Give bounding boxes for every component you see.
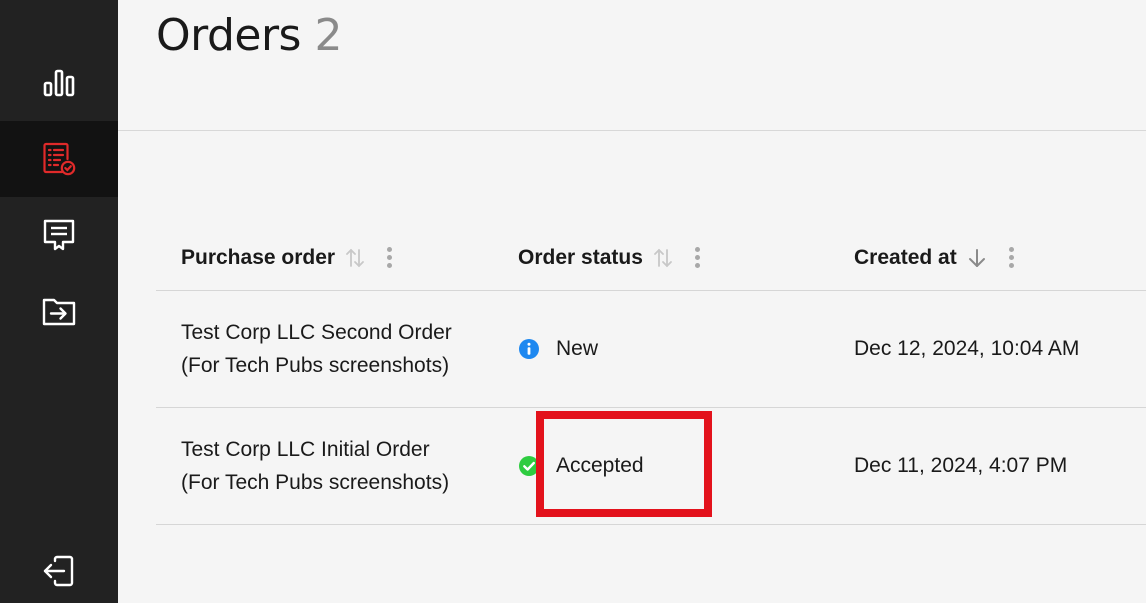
folder-import-icon [42, 298, 76, 326]
order-count: 2 [314, 10, 342, 61]
page-title: Orders 2 [156, 10, 342, 61]
sort-unsorted-icon[interactable] [345, 247, 365, 269]
main-content: Orders 2 Purchase order Order status Cre… [118, 0, 1146, 603]
info-icon [519, 339, 539, 359]
header-divider [118, 130, 1146, 131]
logout-icon [43, 555, 74, 587]
nav-item-analytics[interactable] [0, 45, 118, 121]
bar-chart-icon [43, 69, 75, 97]
created-at-cell: Dec 12, 2024, 10:04 AM [854, 337, 1080, 360]
message-certificate-icon [43, 219, 75, 251]
column-header-purchase-order[interactable]: Purchase order [181, 224, 393, 291]
nav-item-orders[interactable] [0, 121, 118, 197]
purchase-order-name: Test Corp LLC Second Order [181, 321, 452, 344]
logout-button[interactable] [0, 533, 118, 603]
order-status-cell: New [518, 291, 598, 407]
table-header: Purchase order Order status Created at [156, 224, 1146, 291]
created-at-cell: Dec 11, 2024, 4:07 PM [854, 454, 1068, 477]
sort-descending-icon[interactable] [967, 247, 987, 269]
purchase-order-note: (For Tech Pubs screenshots) [181, 354, 450, 377]
column-menu-icon[interactable] [1008, 247, 1014, 268]
purchase-order-cell[interactable]: Test Corp LLC Initial Order (For Tech Pu… [181, 408, 449, 524]
column-header-created-at[interactable]: Created at [854, 224, 1014, 291]
status-text: New [556, 337, 599, 360]
nav-item-messages[interactable] [0, 197, 118, 273]
column-menu-icon[interactable] [694, 247, 700, 268]
sort-unsorted-icon[interactable] [653, 247, 673, 269]
orders-list-check-icon [43, 142, 76, 176]
purchase-order-name: Test Corp LLC Initial Order [181, 438, 430, 461]
nav-item-import[interactable] [0, 273, 118, 349]
highlight-box [536, 411, 712, 517]
page-title-text: Orders [156, 10, 301, 61]
table-row[interactable]: Test Corp LLC Second Order (For Tech Pub… [156, 291, 1146, 408]
column-label: Created at [854, 245, 957, 269]
sidebar [0, 0, 118, 603]
purchase-order-note: (For Tech Pubs screenshots) [181, 471, 450, 494]
column-header-order-status[interactable]: Order status [518, 224, 700, 291]
orders-table: Purchase order Order status Created at T… [156, 224, 1146, 525]
column-menu-icon[interactable] [387, 247, 393, 268]
column-label: Purchase order [181, 245, 336, 269]
column-label: Order status [518, 245, 643, 269]
status-badge: New [518, 337, 598, 361]
purchase-order-cell[interactable]: Test Corp LLC Second Order (For Tech Pub… [181, 291, 452, 407]
